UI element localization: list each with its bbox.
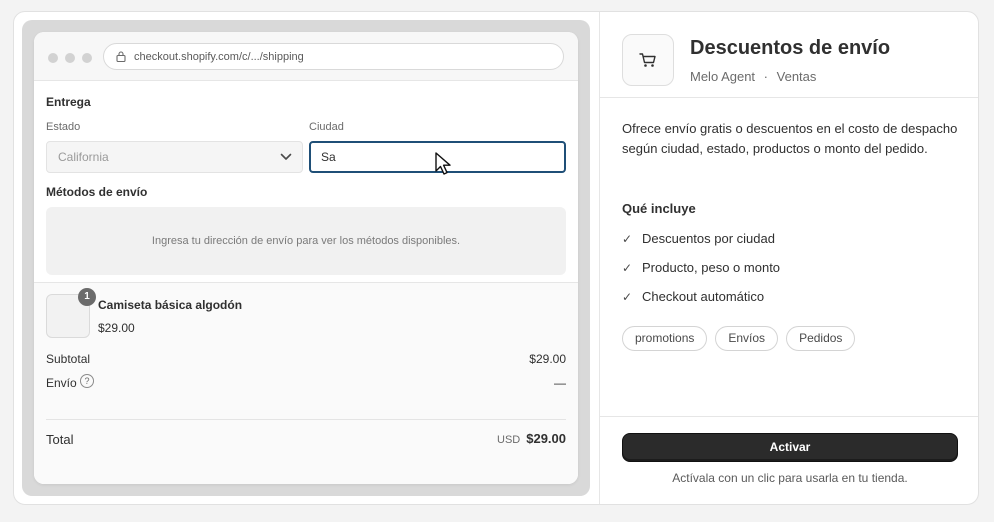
header-divider	[600, 97, 978, 98]
address-url: checkout.shopify.com/c/.../shipping	[134, 50, 304, 63]
product-name: Camiseta básica algodón	[98, 298, 243, 312]
shipping-value: —	[554, 376, 566, 390]
total-label: Total	[46, 432, 74, 447]
window-dot-minimize	[65, 53, 75, 63]
activate-button[interactable]: Activar	[622, 433, 958, 462]
summary-divider	[46, 419, 566, 420]
subtotal-label: Subtotal	[46, 352, 91, 366]
city-label: Ciudad	[309, 121, 344, 133]
city-input-value: Sa	[321, 150, 336, 164]
state-label: Estado	[46, 121, 81, 133]
feature-item: ✓ Producto, peso o monto	[622, 260, 780, 275]
app-info-panel: Descuentos de envío Melo Agent · Ventas …	[599, 12, 978, 504]
delivery-title: Entrega	[46, 95, 91, 109]
window-dot-maximize	[82, 53, 92, 63]
feature-item: ✓ Descuentos por ciudad	[622, 231, 775, 246]
tag-list: promotions Envíos Pedidos	[622, 326, 856, 351]
browser-toolbar: checkout.shopify.com/c/.../shipping	[34, 32, 578, 81]
feature-label: Producto, peso o monto	[642, 260, 781, 275]
app-developer: Melo Agent	[690, 69, 756, 84]
total-currency: USD	[497, 434, 521, 446]
quantity-badge: 1	[78, 288, 96, 306]
checkmark-icon: ✓	[622, 260, 633, 275]
checkmark-icon: ✓	[622, 231, 633, 246]
feature-item: ✓ Checkout automático	[622, 289, 764, 304]
order-summary: 1 Camiseta básica algodón $29.00 Subtota…	[34, 282, 578, 484]
help-icon[interactable]: ?	[80, 374, 94, 388]
shipping-methods-placeholder: Ingresa tu dirección de envío para ver l…	[46, 207, 566, 275]
feature-label: Descuentos por ciudad	[642, 231, 775, 246]
state-select-value: California	[58, 150, 109, 164]
mouse-pointer-icon	[435, 152, 451, 175]
shipping-label: Envío	[46, 376, 77, 390]
subtotal-value: $29.00	[529, 352, 566, 366]
tag-chip[interactable]: promotions	[622, 326, 708, 351]
app-detail-card: checkout.shopify.com/c/.../shipping Entr…	[13, 11, 979, 505]
shipping-methods-title: Métodos de envío	[46, 185, 148, 199]
product-price: $29.00	[98, 321, 135, 335]
window-dot-close	[48, 53, 58, 63]
chevron-down-icon	[280, 153, 292, 160]
tag-chip[interactable]: Envíos	[715, 326, 779, 351]
app-meta: Melo Agent · Ventas	[690, 69, 816, 84]
tag-chip[interactable]: Pedidos	[786, 326, 856, 351]
checkmark-icon: ✓	[622, 289, 633, 304]
includes-title: Qué incluye	[622, 201, 696, 216]
state-select[interactable]: California	[46, 141, 303, 173]
activate-note: Actívala con un clic para usarla en tu t…	[672, 471, 908, 485]
total-value: $29.00	[526, 431, 566, 446]
feature-label: Checkout automático	[642, 289, 765, 304]
app-category: Ventas	[776, 69, 817, 84]
browser-window: checkout.shopify.com/c/.../shipping Entr…	[34, 32, 578, 484]
checkout-preview-panel: checkout.shopify.com/c/.../shipping Entr…	[22, 20, 590, 496]
lock-icon	[116, 51, 126, 62]
total-amount: USD $29.00	[497, 431, 566, 446]
meta-separator: ·	[763, 69, 769, 84]
cart-icon	[639, 53, 656, 67]
app-title: Descuentos de envío	[690, 37, 891, 59]
footer-divider	[600, 416, 978, 417]
app-description: Ofrece envío gratis o descuentos en el c…	[622, 121, 958, 156]
address-bar[interactable]: checkout.shopify.com/c/.../shipping	[103, 43, 564, 70]
app-icon	[622, 34, 674, 86]
